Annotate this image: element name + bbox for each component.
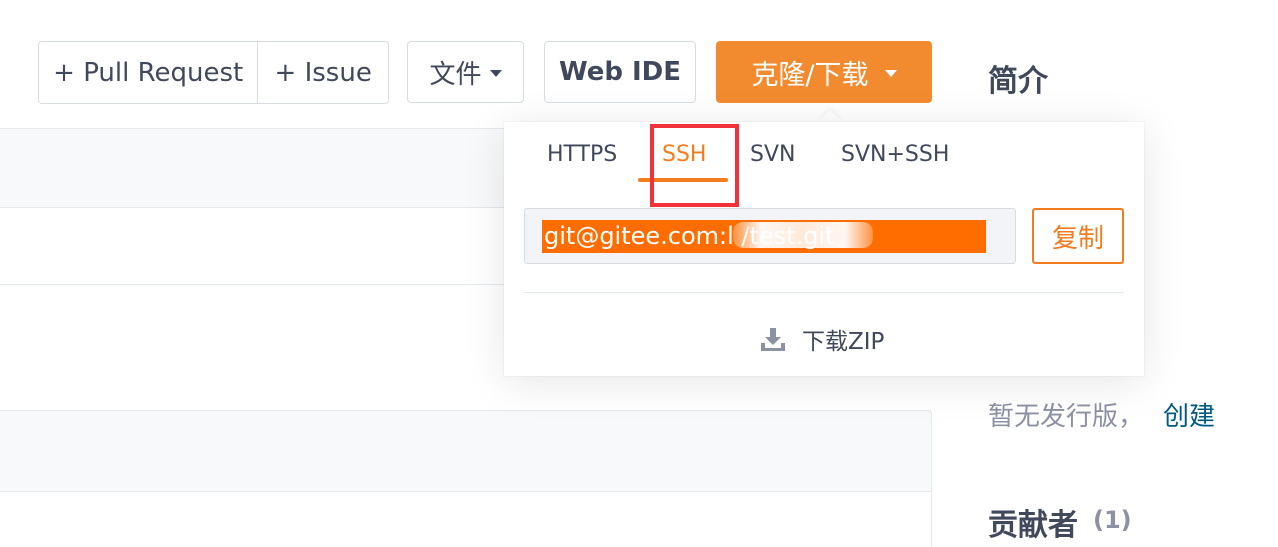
create-release-link[interactable]: 创建 <box>1163 396 1215 433</box>
clone-url-field[interactable]: git@gitee.com:l /test.git <box>524 208 1016 264</box>
clone-popup: HTTPS SSH SVN SVN+SSH git@gitee.com:l /t… <box>504 122 1144 376</box>
clone-download-button[interactable]: 克隆/下载 <box>716 41 932 103</box>
no-release-text: 暂无发行版， <box>988 402 1145 432</box>
download-zip-button[interactable]: 下载ZIP <box>760 322 884 356</box>
web-ide-button[interactable]: Web IDE <box>544 41 696 103</box>
tab-svn-ssh[interactable]: SVN+SSH <box>841 142 949 167</box>
file-list-row <box>0 284 520 362</box>
annotation-highlight-box <box>650 124 739 207</box>
divider <box>524 292 1124 293</box>
caret-down-icon <box>884 70 897 77</box>
issue-button[interactable]: + Issue <box>258 42 388 103</box>
caret-down-icon <box>489 70 502 77</box>
files-button-label: 文件 <box>429 59 482 90</box>
intro-title: 简介 <box>988 64 1048 99</box>
readme-panel <box>0 410 932 547</box>
tab-https[interactable]: HTTPS <box>547 142 617 167</box>
redaction-blur <box>733 222 873 248</box>
file-list-row <box>0 207 520 285</box>
download-icon <box>760 326 786 352</box>
tab-svn[interactable]: SVN <box>750 142 795 167</box>
pr-issue-button-group: + Pull Request + Issue <box>38 41 389 104</box>
contributors-count: (1) <box>1093 506 1132 534</box>
copy-button[interactable]: 复制 <box>1032 208 1124 264</box>
files-dropdown-button[interactable]: 文件 <box>407 41 524 103</box>
file-list-panel <box>0 128 520 362</box>
readme-body <box>0 491 931 547</box>
clone-button-label: 克隆/下载 <box>751 59 869 91</box>
download-zip-label: 下载ZIP <box>802 329 885 355</box>
popup-arrow <box>818 110 842 122</box>
contributors-title: 贡献者 <box>988 508 1078 543</box>
pull-request-button[interactable]: + Pull Request <box>39 42 259 103</box>
